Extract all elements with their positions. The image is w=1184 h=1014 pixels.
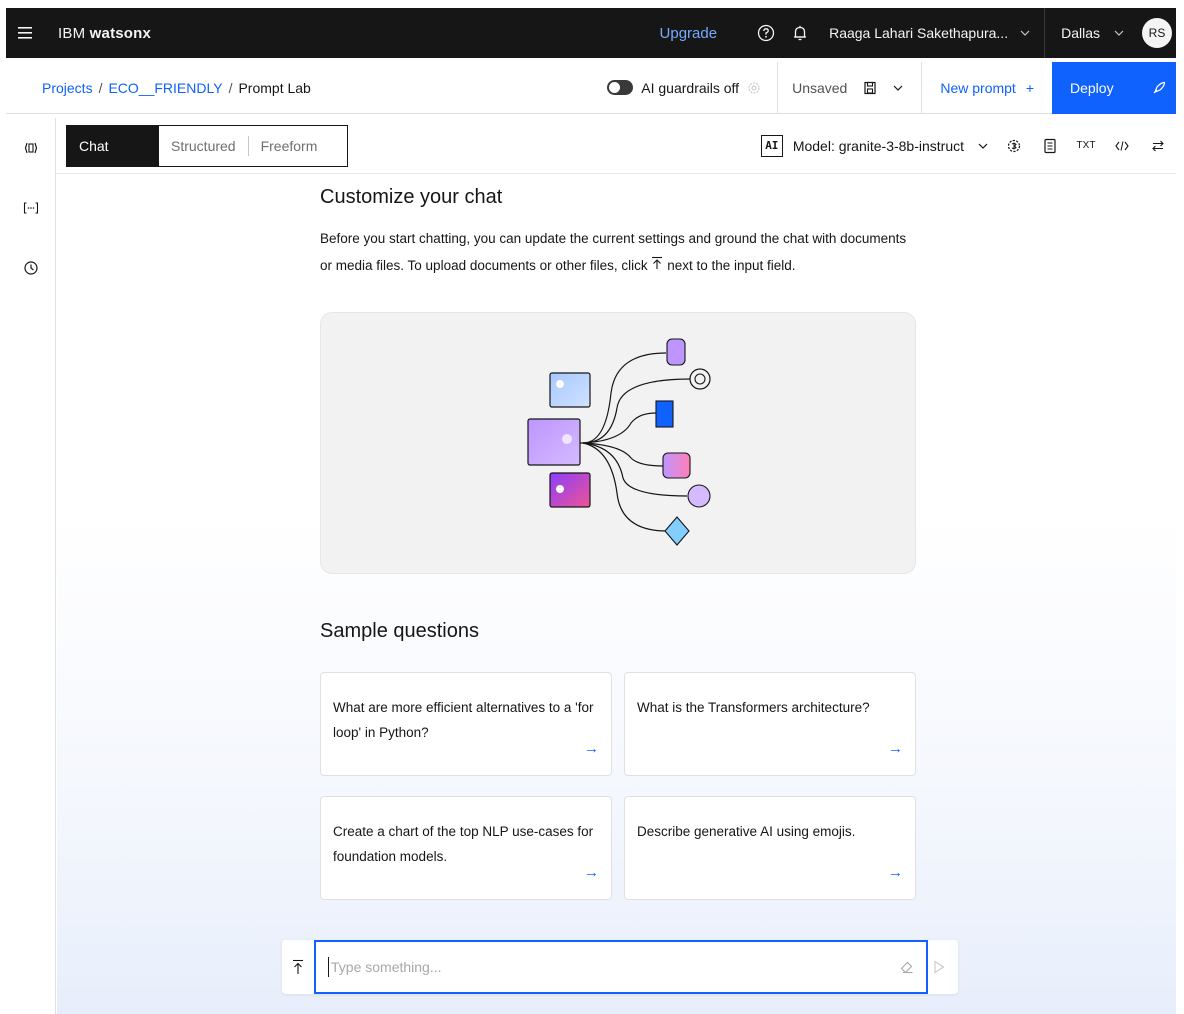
- swap-arrows-icon: [1152, 140, 1164, 151]
- rocket-icon: [1153, 81, 1166, 93]
- arrow-right-icon: →: [584, 864, 599, 881]
- brand-watsonx: watsonx: [89, 24, 152, 42]
- guardrails-toggle[interactable]: [607, 80, 634, 95]
- document-icon: [1044, 138, 1056, 153]
- model-parameters-button[interactable]: [996, 118, 1032, 174]
- customize-section: Customize your chat Before you start cha…: [320, 186, 920, 279]
- upload-icon: [293, 959, 303, 974]
- documents-button[interactable]: [1032, 118, 1068, 174]
- sample-question-card[interactable]: Create a chart of the top NLP use-cases …: [320, 796, 612, 900]
- settings-gear-icon[interactable]: [747, 81, 761, 95]
- chat-input[interactable]: Type something...: [314, 940, 928, 994]
- chat-input-bar: Type something...: [282, 940, 958, 994]
- parameters-icon: [1007, 139, 1021, 152]
- upload-button[interactable]: [282, 940, 314, 994]
- breadcrumb: Projects / ECO__FRIENDLY / Prompt Lab: [42, 80, 311, 96]
- top-header: IBM watsonx Upgrade Raaga Lahari Saketha…: [6, 8, 1176, 58]
- chevron-down-icon: [893, 85, 903, 91]
- left-rail: [6, 118, 56, 1014]
- bell-icon: [794, 25, 807, 41]
- intro-text-2: next to the input field.: [667, 258, 796, 273]
- rail-variables-button[interactable]: [6, 178, 56, 238]
- chevron-down-icon: [1114, 30, 1124, 36]
- breadcrumb-projects[interactable]: Projects: [42, 80, 93, 96]
- arrow-right-icon: →: [888, 740, 903, 757]
- intro-text-1: Before you start chatting, you can updat…: [320, 231, 907, 273]
- brand-ibm: IBM: [58, 24, 86, 42]
- sample-question-card[interactable]: What are more efficient alternatives to …: [320, 672, 612, 776]
- breadcrumb-separator: /: [228, 79, 233, 96]
- new-prompt-button[interactable]: New prompt +: [922, 80, 1052, 96]
- tab-freeform[interactable]: Freeform: [249, 126, 330, 166]
- chevron-down-icon: [978, 143, 988, 149]
- send-button[interactable]: [926, 940, 952, 994]
- region-switcher[interactable]: Dallas: [1045, 8, 1140, 58]
- sample-question-card[interactable]: What is the Transformers architecture? →: [624, 672, 916, 776]
- unsaved-status: Unsaved: [792, 79, 848, 96]
- avatar[interactable]: RS: [1142, 18, 1172, 48]
- code-icon: [1115, 140, 1129, 151]
- breadcrumb-project[interactable]: ECO__FRIENDLY: [108, 80, 222, 96]
- upgrade-link[interactable]: Upgrade: [660, 25, 718, 42]
- chevron-down-icon: [1020, 30, 1030, 36]
- chat-illustration: [320, 312, 916, 574]
- guardrails-toggle-group: AI guardrails off: [607, 80, 761, 96]
- plus-icon: +: [1025, 79, 1034, 96]
- sample-question-text: Describe generative AI using emojis.: [637, 824, 856, 839]
- customize-description: Before you start chatting, you can updat…: [320, 225, 920, 279]
- deploy-button[interactable]: Deploy: [1052, 61, 1176, 114]
- brackets-icon: [23, 202, 39, 214]
- history-clock-icon: [24, 261, 38, 275]
- sample-question-text: What is the Transformers architecture?: [637, 700, 870, 715]
- project-bar: Projects / ECO__FRIENDLY / Prompt Lab AI…: [6, 61, 1176, 114]
- send-icon: [934, 960, 945, 974]
- branching-illustration-icon: [527, 338, 711, 546]
- sample-question-text: What are more efficient alternatives to …: [333, 700, 594, 740]
- notifications-button[interactable]: [783, 8, 817, 58]
- save-icon: [864, 81, 876, 94]
- model-selector[interactable]: Model: granite-3-8b-instruct: [793, 138, 988, 154]
- deploy-label: Deploy: [1070, 79, 1114, 96]
- chat-canvas: [57, 175, 1176, 1014]
- help-icon: [757, 24, 775, 42]
- chat-input-placeholder: Type something...: [331, 959, 442, 975]
- account-switcher[interactable]: Raaga Lahari Sakethapura...: [817, 8, 1044, 58]
- prompt-variables-icon: [24, 142, 38, 154]
- menu-icon: [18, 27, 32, 39]
- model-label: Model: granite-3-8b-instruct: [792, 137, 964, 154]
- arrow-right-icon: →: [584, 740, 599, 757]
- compare-button[interactable]: [1140, 118, 1176, 174]
- ai-badge: AI: [760, 134, 783, 157]
- view-text-button[interactable]: TXT: [1068, 118, 1104, 174]
- breadcrumb-separator: /: [98, 79, 103, 96]
- rail-history-button[interactable]: [6, 238, 56, 298]
- eraser-icon[interactable]: [900, 960, 914, 974]
- breadcrumb-current: Prompt Lab: [238, 79, 311, 96]
- region-label: Dallas: [1061, 25, 1100, 41]
- product-brand[interactable]: IBM watsonx: [58, 25, 151, 42]
- save-menu[interactable]: Unsaved: [778, 80, 921, 96]
- sample-question-card[interactable]: Describe generative AI using emojis. →: [624, 796, 916, 900]
- rail-prompt-button[interactable]: [6, 118, 56, 178]
- tab-chat[interactable]: Chat: [67, 125, 159, 166]
- sample-question-text: Create a chart of the top NLP use-cases …: [333, 824, 594, 864]
- customize-title: Customize your chat: [320, 186, 503, 208]
- hamburger-menu-button[interactable]: [6, 8, 46, 58]
- guardrails-label: AI guardrails off: [641, 79, 740, 96]
- upload-icon: [652, 256, 663, 269]
- new-prompt-label: New prompt: [940, 79, 1016, 96]
- editor-toolbar: Chat Structured Freeform AI Model: grani…: [56, 118, 1176, 174]
- arrow-right-icon: →: [888, 864, 903, 881]
- help-button[interactable]: [749, 8, 783, 58]
- text-cursor: [328, 957, 329, 977]
- user-name: Raaga Lahari Sakethapura...: [829, 25, 1009, 41]
- mode-switcher: Chat Structured Freeform: [66, 124, 348, 167]
- tab-structured[interactable]: Structured: [159, 126, 248, 166]
- view-code-button[interactable]: [1104, 118, 1140, 174]
- sample-questions-title: Sample questions: [320, 620, 479, 642]
